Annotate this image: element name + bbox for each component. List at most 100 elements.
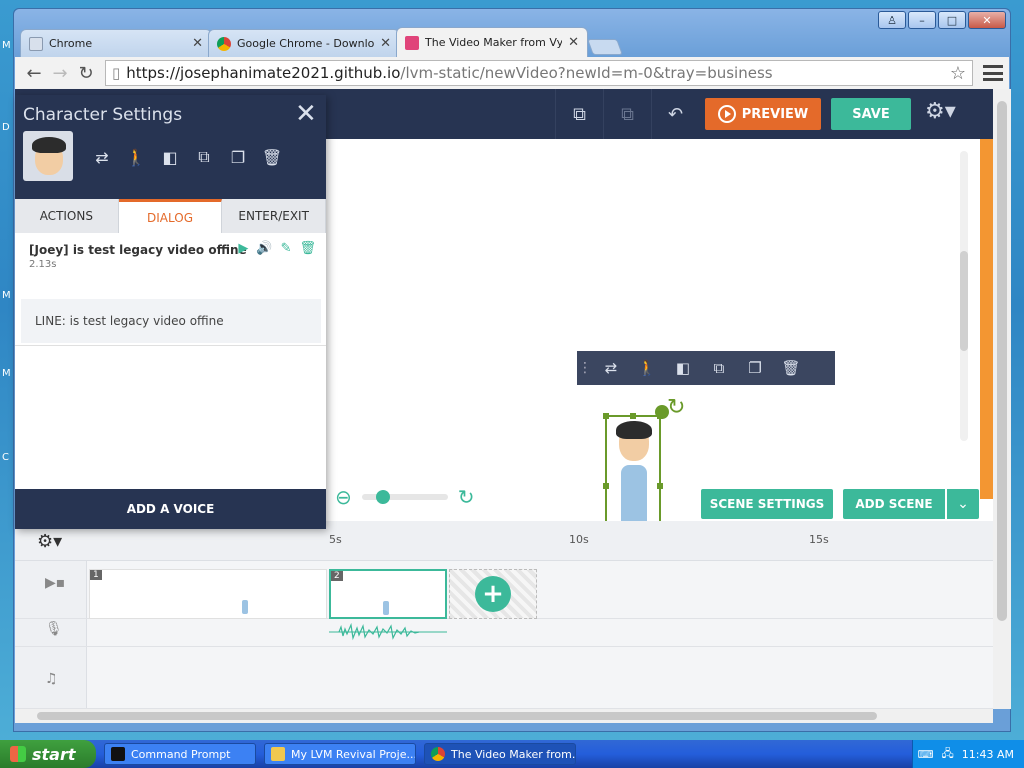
flip-icon[interactable]: ◧	[665, 351, 701, 385]
reload-icon[interactable]: ↻	[73, 60, 99, 86]
network-icon[interactable]: 🖧	[942, 745, 954, 764]
folder-icon	[271, 747, 285, 761]
add-scene-slot[interactable]: +	[449, 569, 537, 619]
start-label: start	[32, 744, 76, 764]
zoom-slider[interactable]	[361, 490, 448, 504]
taskbar-item-lvm-revival[interactable]: My LVM Revival Proje...	[264, 743, 416, 765]
url-host: https://josephanimate2021.github.io	[126, 64, 401, 82]
preview-label: PREVIEW	[741, 106, 809, 122]
tab-actions[interactable]: ACTIONS	[15, 199, 119, 233]
play-icon	[717, 105, 736, 123]
page-icon: ▯	[112, 64, 121, 82]
windows-logo-icon	[10, 746, 26, 762]
maximize-button[interactable]: □	[938, 11, 966, 29]
new-tab-button[interactable]	[587, 39, 623, 55]
edit-icon[interactable]: ✎	[281, 241, 292, 256]
side-tab[interactable]	[980, 139, 993, 499]
dialog-line[interactable]: LINE: is test legacy video offine	[21, 299, 321, 343]
vyond-icon	[405, 35, 419, 50]
chrome-menu-icon[interactable]	[983, 65, 1003, 81]
settings-gear-icon[interactable]: ⚙▾	[925, 99, 956, 124]
clock[interactable]: 11:43 AM	[962, 748, 1014, 761]
paste-icon[interactable]: ⧉	[603, 89, 651, 139]
volume-icon[interactable]: 🔊	[256, 241, 272, 256]
bookmark-star-icon[interactable]: ☆	[950, 63, 966, 84]
chevron-down-icon[interactable]: ⌄	[947, 489, 979, 519]
forward-icon[interactable]: →	[47, 60, 73, 86]
back-icon[interactable]: ←	[21, 60, 47, 86]
timeline-horizontal-scrollbar[interactable]	[15, 709, 993, 723]
user-icon[interactable]: ♙	[878, 11, 906, 29]
copy-icon[interactable]: ⧉	[187, 143, 221, 171]
system-tray: ⌨ 🖧 11:43 AM	[912, 740, 1024, 768]
swap-character-icon[interactable]: ⇄	[593, 351, 629, 385]
close-tab-icon[interactable]: ✕	[568, 35, 579, 50]
action-icon[interactable]: 🚶	[629, 351, 665, 385]
scene-thumbnail-selected[interactable]: 2	[329, 569, 447, 619]
character-toolbar: ⋮ ⇄ 🚶 ◧ ⧉ ❐ 🗑	[577, 351, 835, 385]
stage-scrollbar[interactable]	[960, 151, 968, 441]
layer-icon[interactable]: ❐	[221, 143, 255, 171]
preview-button[interactable]: PREVIEW	[705, 98, 821, 130]
panel-title: Character Settings	[23, 105, 183, 125]
close-window-button[interactable]: ✕	[968, 11, 1006, 29]
scene-thumbnail[interactable]: 1	[89, 569, 327, 619]
close-icon[interactable]: ✕	[295, 99, 317, 129]
drag-handle-icon[interactable]: ⋮	[577, 360, 593, 376]
plus-icon: +	[475, 576, 511, 612]
reset-zoom-icon[interactable]: ↻	[458, 485, 475, 509]
scene-number: 1	[90, 570, 102, 580]
copy-icon[interactable]: ⧉	[555, 89, 603, 139]
action-icon[interactable]: 🚶	[119, 143, 153, 171]
scene-settings-button[interactable]: SCENE SETTINGS	[701, 489, 833, 519]
delete-icon[interactable]: 🗑	[255, 143, 289, 171]
scene-number: 2	[331, 571, 343, 581]
tick-label: 5s	[329, 533, 342, 546]
tab-chrome[interactable]: Chrome ✕	[20, 29, 212, 57]
minimize-button[interactable]: –	[908, 11, 936, 29]
tab-dialog[interactable]: DIALOG	[118, 199, 223, 233]
timeline-settings-icon[interactable]: ⚙▾	[37, 531, 62, 552]
layer-icon[interactable]: ❐	[737, 351, 773, 385]
character-thumbnail	[383, 601, 389, 615]
page-vertical-scrollbar[interactable]	[993, 89, 1011, 709]
panel-tools: ⇄ 🚶 ◧ ⧉ ❐ 🗑	[85, 143, 289, 171]
tab-enter-exit[interactable]: ENTER/EXIT	[222, 199, 327, 233]
task-label: Command Prompt	[131, 747, 231, 761]
taskbar-item-command-prompt[interactable]: Command Prompt	[104, 743, 256, 765]
zoom-out-icon[interactable]: ⊖	[335, 485, 352, 509]
panel-header: Character Settings ✕ ⇄ 🚶 ◧ ⧉ ❐ 🗑	[15, 95, 326, 199]
voice-waveform[interactable]	[329, 621, 447, 643]
dialog-item[interactable]: [Joey] is test legacy video offine 2.13s…	[15, 233, 326, 280]
close-tab-icon[interactable]: ✕	[380, 36, 391, 51]
taskbar-item-video-maker[interactable]: The Video Maker from...	[424, 743, 576, 765]
add-scene-button[interactable]: ADD SCENE	[843, 489, 945, 519]
chrome-icon	[217, 36, 231, 51]
save-button[interactable]: SAVE	[831, 98, 911, 130]
flip-icon[interactable]: ◧	[153, 143, 187, 171]
desktop-icon-letter: M	[2, 368, 11, 379]
taskbar: start Command Prompt My LVM Revival Proj…	[0, 740, 1024, 768]
command-prompt-icon	[111, 747, 125, 761]
tab-google-chrome-download[interactable]: Google Chrome - Download t ✕	[208, 29, 400, 57]
close-tab-icon[interactable]: ✕	[192, 36, 203, 51]
keyboard-icon[interactable]: ⌨	[918, 748, 934, 761]
swap-character-icon[interactable]: ⇄	[85, 143, 119, 171]
tab-video-maker[interactable]: The Video Maker from Vy ✕	[396, 27, 588, 57]
page-icon	[29, 36, 43, 51]
task-label: The Video Maker from...	[451, 747, 576, 761]
address-bar[interactable]: ▯ https://josephanimate2021.github.io /l…	[105, 60, 973, 86]
avatar[interactable]	[23, 131, 73, 181]
play-icon[interactable]: ▶	[238, 241, 248, 256]
start-button[interactable]: start	[0, 740, 96, 768]
tab-title: Google Chrome - Download t	[237, 37, 375, 50]
delete-icon[interactable]: 🗑	[299, 241, 316, 256]
copy-icon[interactable]: ⧉	[701, 351, 737, 385]
delete-icon[interactable]: 🗑	[773, 351, 809, 385]
undo-icon[interactable]: ↶	[651, 89, 699, 139]
add-voice-button[interactable]: ADD A VOICE	[15, 489, 326, 529]
browser-window: ♙ – □ ✕ Chrome ✕ Google Chrome - Downloa…	[13, 8, 1011, 732]
url-path: /lvm-static/newVideo?newId=m-0&tray=busi…	[400, 64, 773, 82]
zoom-controls: ⊖ ↻	[335, 485, 475, 509]
window-controls: ♙ – □ ✕	[878, 11, 1006, 29]
